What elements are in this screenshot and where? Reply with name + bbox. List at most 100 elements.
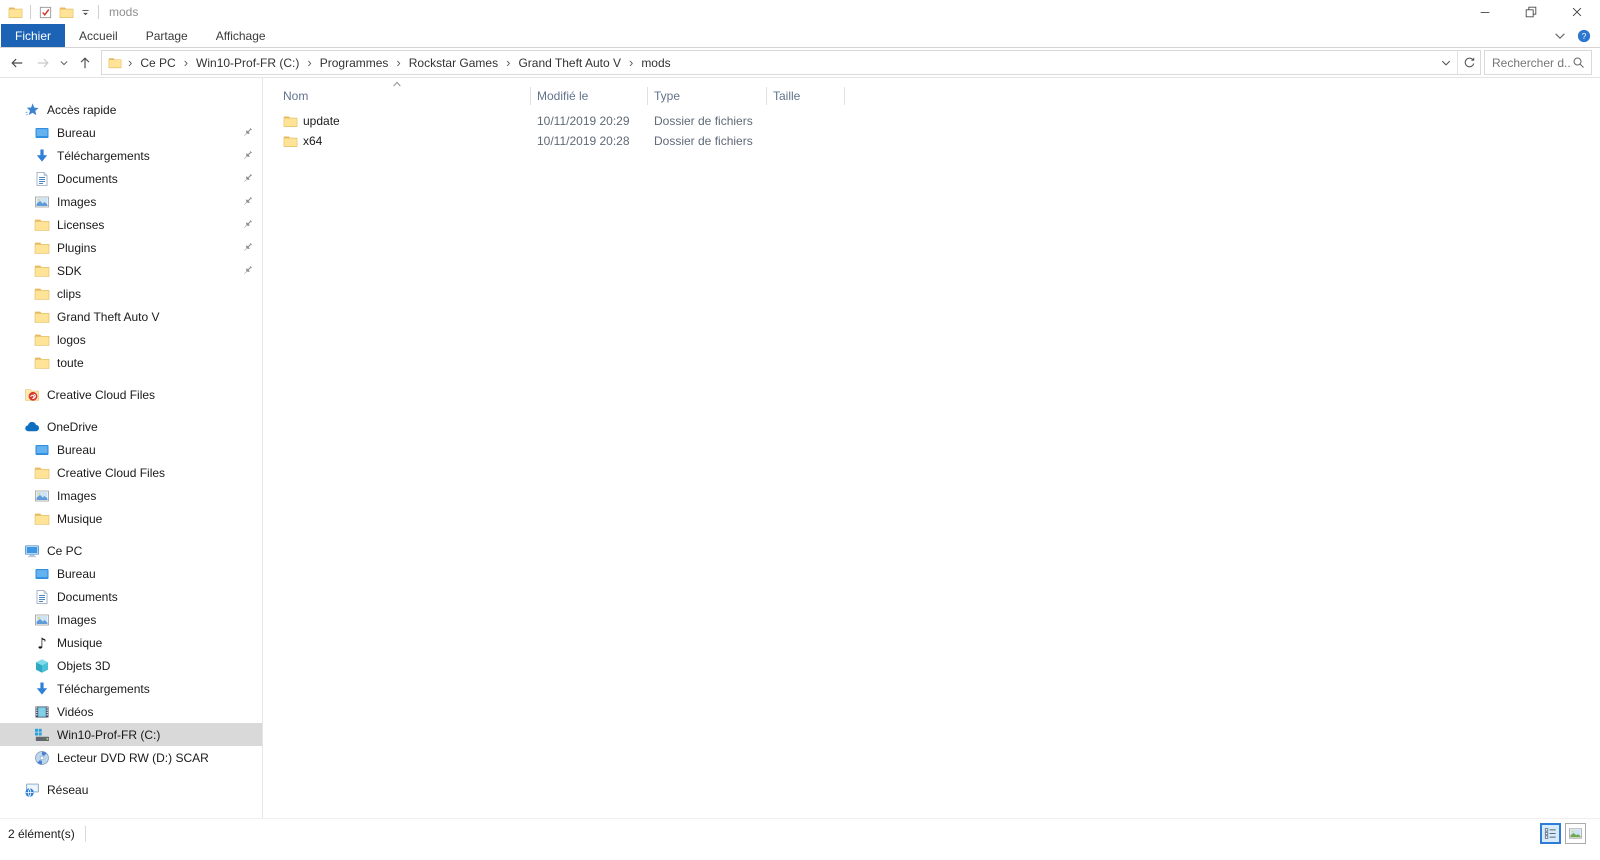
sidebar-item-onedrive[interactable]: OneDrive xyxy=(0,415,262,438)
sidebar-item-grand-theft-auto-v[interactable]: Grand Theft Auto V xyxy=(0,305,262,328)
sidebar-item-creative-cloud-files[interactable]: Creative Cloud Files xyxy=(0,383,262,406)
refresh-button[interactable] xyxy=(1458,51,1480,74)
column-header-nom[interactable]: Nom xyxy=(263,81,531,108)
restore-button[interactable] xyxy=(1508,0,1554,24)
window-title: mods xyxy=(109,5,139,19)
crumb-chevron-icon[interactable]: › xyxy=(301,56,317,69)
column-header-type[interactable]: Type xyxy=(648,81,767,108)
file-type: Dossier de fichiers xyxy=(654,114,753,128)
sidebar-item-images[interactable]: Images xyxy=(0,190,262,213)
folder-icon xyxy=(34,309,50,325)
tab-fichier[interactable]: Fichier xyxy=(1,24,66,47)
desktop-icon xyxy=(34,125,50,141)
pin-icon xyxy=(241,218,254,231)
folder-icon xyxy=(34,217,50,233)
sidebar-item-musique[interactable]: ♪ Musique xyxy=(0,631,262,654)
sidebar-item-label: Ce PC xyxy=(47,543,83,558)
sidebar-item-images[interactable]: Images xyxy=(0,484,262,507)
search-input[interactable] xyxy=(1485,55,1572,70)
sidebar-item-label: Images xyxy=(57,612,97,627)
sidebar-item-ce-pc[interactable]: Ce PC xyxy=(0,539,262,562)
close-button[interactable] xyxy=(1554,0,1600,24)
crumb-chevron-icon[interactable]: › xyxy=(390,56,406,69)
properties-button[interactable] xyxy=(35,5,56,20)
document-icon xyxy=(34,589,50,605)
sidebar-item-sdk[interactable]: SDK xyxy=(0,259,262,282)
sidebar-item-label: Lecteur DVD RW (D:) SCAR xyxy=(57,750,209,765)
sidebar-item-telechargements[interactable]: Téléchargements xyxy=(0,144,262,167)
new-folder-button[interactable] xyxy=(56,5,77,20)
breadcrumb-item-programmes[interactable]: Programmes xyxy=(318,55,391,71)
column-header-modifie-le[interactable]: Modifié le xyxy=(531,81,648,108)
breadcrumb-item-ce-pc[interactable]: Ce PC xyxy=(138,55,177,71)
sidebar-item-bureau[interactable]: Bureau xyxy=(0,121,262,144)
picture-icon xyxy=(34,194,50,210)
column-header-taille[interactable]: Taille xyxy=(767,81,845,108)
breadcrumb[interactable]: › Ce PC › Win10-Prof-FR (C:) › Programmes › Roc… xyxy=(101,50,1481,75)
divider xyxy=(84,825,86,842)
sidebar-item-toute[interactable]: toute xyxy=(0,351,262,374)
sidebar-item-images[interactable]: Images xyxy=(0,608,262,631)
pin-icon xyxy=(241,195,254,208)
forward-arrow-icon xyxy=(36,56,50,70)
back-button[interactable] xyxy=(4,50,30,76)
sidebar-item-logos[interactable]: logos xyxy=(0,328,262,351)
minimize-icon xyxy=(1478,5,1492,19)
sidebar-item-documents[interactable]: Documents xyxy=(0,585,262,608)
sidebar-item-creative-cloud-files[interactable]: Creative Cloud Files xyxy=(0,461,262,484)
status-bar: 2 élément(s) xyxy=(0,818,1600,848)
breadcrumb-items: › Ce PC › Win10-Prof-FR (C:) › Programmes › Roc… xyxy=(122,55,673,71)
sidebar-item-label: OneDrive xyxy=(47,419,98,434)
breadcrumb-item-grand-theft-auto-v[interactable]: Grand Theft Auto V xyxy=(516,55,623,71)
column-header-label: Modifié le xyxy=(537,89,589,103)
tab-affichage[interactable]: Affichage xyxy=(202,24,280,47)
sidebar-item-telechargements[interactable]: Téléchargements xyxy=(0,677,262,700)
crumb-chevron-icon[interactable]: › xyxy=(178,56,194,69)
sidebar-item-plugins[interactable]: Plugins xyxy=(0,236,262,259)
titlebar: mods xyxy=(0,0,1600,24)
thumbnails-view-button[interactable] xyxy=(1565,823,1586,844)
breadcrumb-item-win10-prof-fr-c[interactable]: Win10-Prof-FR (C:) xyxy=(194,55,301,71)
breadcrumb-item-mods[interactable]: mods xyxy=(639,55,672,71)
address-dropdown-button[interactable] xyxy=(1435,51,1457,74)
file-rows: update 10/11/2019 20:29 Dossier de fichier… xyxy=(263,111,1600,151)
sidebar-item-clips[interactable]: clips xyxy=(0,282,262,305)
file-name: x64 xyxy=(303,134,323,148)
recent-locations-button[interactable] xyxy=(56,50,72,76)
file-row-update[interactable]: update 10/11/2019 20:29 Dossier de fichier… xyxy=(263,111,1600,131)
crumb-chevron-icon[interactable]: › xyxy=(623,56,639,69)
tab-accueil[interactable]: Accueil xyxy=(65,24,132,47)
sidebar-item-reseau[interactable]: Réseau xyxy=(0,778,262,801)
tab-partage[interactable]: Partage xyxy=(132,24,202,47)
sidebar-item-documents[interactable]: Documents xyxy=(0,167,262,190)
sidebar-item-licenses[interactable]: Licenses xyxy=(0,213,262,236)
file-list-pane: Nom Modifié le Type Taille update 10/11/2019… xyxy=(263,78,1600,818)
sidebar-item-win10-prof-fr-c[interactable]: Win10-Prof-FR (C:) xyxy=(0,723,262,746)
sidebar-item-bureau[interactable]: Bureau xyxy=(0,438,262,461)
ribbon-expand-button[interactable] xyxy=(1553,29,1567,43)
sidebar-item-label: toute xyxy=(57,355,84,370)
sidebar-item-lecteur-dvd-rw-d-scar[interactable]: Lecteur DVD RW (D:) SCAR xyxy=(0,746,262,769)
qat-customize-button[interactable] xyxy=(77,7,94,18)
sidebar-item-bureau[interactable]: Bureau xyxy=(0,562,262,585)
back-arrow-icon xyxy=(10,56,24,70)
sidebar-item-videos[interactable]: Vidéos xyxy=(0,700,262,723)
up-button[interactable] xyxy=(72,50,98,76)
sidebar-item-musique[interactable]: Musique xyxy=(0,507,262,530)
network-icon xyxy=(24,782,40,798)
crumb-chevron-icon[interactable]: › xyxy=(122,56,138,69)
help-button[interactable]: ? xyxy=(1577,29,1591,43)
sidebar-item-acces-rapide[interactable]: Accès rapide xyxy=(0,98,262,121)
crumb-chevron-icon[interactable]: › xyxy=(500,56,516,69)
search-icon[interactable] xyxy=(1572,56,1585,69)
sidebar-item-label: Documents xyxy=(57,589,118,604)
breadcrumb-item-rockstar-games[interactable]: Rockstar Games xyxy=(407,55,500,71)
pin-icon xyxy=(241,149,254,162)
desktop-icon xyxy=(34,566,50,582)
address-bar: › Ce PC › Win10-Prof-FR (C:) › Programmes › Roc… xyxy=(0,48,1600,78)
minimize-button[interactable] xyxy=(1462,0,1508,24)
sidebar-item-objets-3d[interactable]: Objets 3D xyxy=(0,654,262,677)
file-row-x64[interactable]: x64 10/11/2019 20:28 Dossier de fichiers xyxy=(263,131,1600,151)
forward-button[interactable] xyxy=(30,50,56,76)
details-view-button[interactable] xyxy=(1540,823,1561,844)
